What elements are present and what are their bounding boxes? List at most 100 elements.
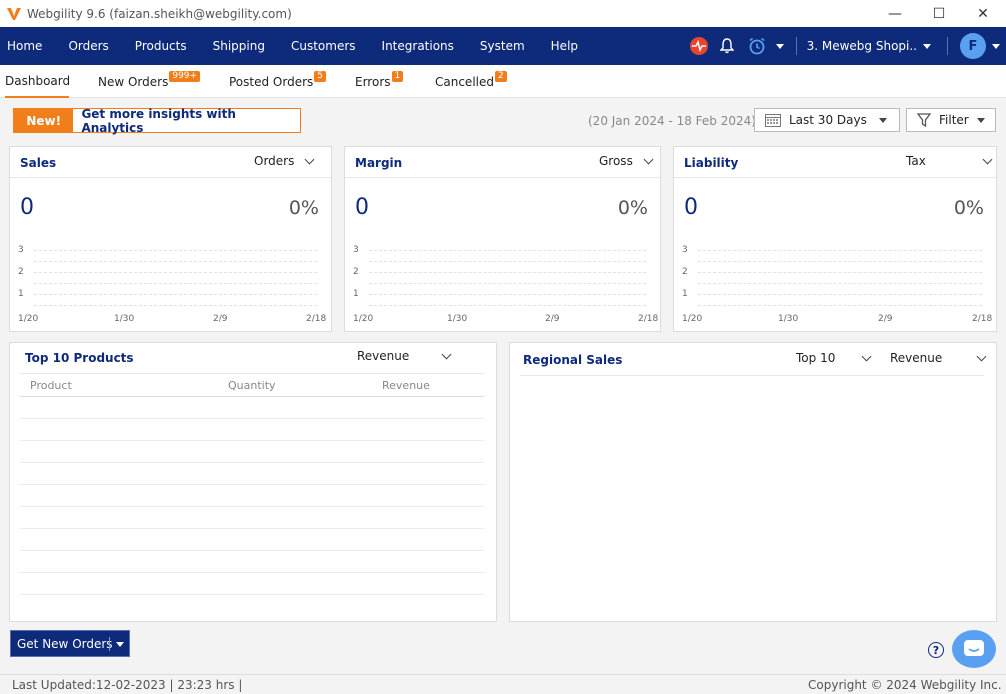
- column-header-product[interactable]: Product: [30, 379, 72, 392]
- margin-card: Margin Gross 0 0% 3 2 1 1/20 1/30 2/9 2/…: [344, 146, 661, 332]
- activity-icon[interactable]: [688, 37, 710, 55]
- count-badge: 2: [495, 71, 507, 82]
- sales-metric-select[interactable]: Orders: [254, 154, 315, 168]
- y-tick: 2: [682, 267, 688, 277]
- nav-products[interactable]: Products: [122, 39, 200, 53]
- regional-metric-select[interactable]: Revenue: [890, 351, 987, 365]
- tab-label: Errors: [355, 74, 391, 89]
- select-label: Orders: [254, 154, 295, 168]
- sales-card: Sales Orders 0 0% 3 2 1 1/20 1/30 2/9 2/…: [9, 146, 332, 332]
- store-chevron-icon: [923, 43, 931, 49]
- x-tick: 1/30: [447, 314, 468, 324]
- order-tabs: Dashboard New Orders 999+ Posted Orders …: [0, 65, 1006, 98]
- nav-divider: [795, 37, 797, 55]
- count-badge: 5: [314, 71, 327, 82]
- get-new-orders-button[interactable]: Get New Orders: [10, 630, 130, 657]
- top-products-metric-select[interactable]: Revenue: [357, 349, 452, 363]
- store-select-label: 3. Mewebg Shopi..: [806, 39, 917, 53]
- filter-icon: [917, 113, 931, 127]
- y-tick: 3: [353, 245, 359, 255]
- chat-icon: [964, 640, 984, 656]
- maximize-button[interactable]: ☐: [916, 0, 962, 27]
- nav-system[interactable]: System: [467, 39, 538, 53]
- chevron-down-icon: [976, 351, 987, 361]
- tab-errors[interactable]: Errors 1: [355, 65, 404, 98]
- last-updated-text: Last Updated:12-02-2023 | 23:23 hrs |: [12, 678, 243, 692]
- y-tick: 1: [18, 289, 24, 299]
- avatar[interactable]: F: [960, 33, 986, 59]
- metric-value: 0: [355, 195, 369, 220]
- filter-label: Filter: [939, 113, 969, 127]
- window-titlebar: Webgility 9.6 (faizan.sheikh@webgility.c…: [0, 0, 1006, 27]
- alarm-dropdown-icon[interactable]: [774, 43, 786, 49]
- count-badge: 999+: [169, 71, 201, 82]
- new-label: New!: [14, 109, 74, 132]
- nav-orders[interactable]: Orders: [55, 39, 121, 53]
- bell-icon[interactable]: [714, 38, 740, 54]
- chevron-down-icon: [304, 154, 315, 164]
- y-tick: 2: [353, 267, 359, 277]
- store-select[interactable]: 3. Mewebg Shopi..: [807, 39, 931, 53]
- filter-button[interactable]: Filter: [906, 108, 996, 132]
- x-tick: 1/30: [778, 314, 799, 324]
- status-footer: Last Updated:12-02-2023 | 23:23 hrs | Co…: [0, 674, 1006, 694]
- count-badge: 1: [391, 71, 404, 82]
- column-header-quantity[interactable]: Quantity: [228, 379, 276, 392]
- select-label: Gross: [599, 154, 633, 168]
- column-header-revenue[interactable]: Revenue: [382, 379, 430, 392]
- period-select[interactable]: Last 30 Days: [754, 108, 900, 132]
- nav-integrations[interactable]: Integrations: [369, 39, 467, 53]
- nav-help[interactable]: Help: [538, 39, 591, 53]
- webgility-logo-icon: [7, 7, 21, 20]
- nav-customers[interactable]: Customers: [278, 39, 369, 53]
- get-orders-dropdown-icon[interactable]: [116, 642, 124, 647]
- maximize-icon: ☐: [932, 5, 946, 22]
- tab-cancelled[interactable]: Cancelled 2: [435, 65, 507, 98]
- nav-shipping[interactable]: Shipping: [200, 39, 278, 53]
- tab-new-orders[interactable]: New Orders 999+: [98, 65, 201, 98]
- help-icon[interactable]: ?: [928, 642, 944, 658]
- margin-metric-select[interactable]: Gross: [599, 154, 654, 168]
- tab-posted-orders[interactable]: Posted Orders 5: [229, 65, 327, 98]
- nav-home[interactable]: Home: [0, 39, 55, 53]
- filter-chevron-icon: [977, 118, 985, 123]
- calendar-icon: [765, 114, 781, 127]
- card-title: Margin: [355, 156, 403, 170]
- y-tick: 3: [682, 245, 688, 255]
- tab-dashboard[interactable]: Dashboard: [5, 65, 71, 98]
- alarm-clock-icon[interactable]: [740, 37, 774, 55]
- analytics-promo-button[interactable]: New! Get more insights with Analytics: [13, 107, 301, 135]
- chat-button[interactable]: [952, 630, 996, 668]
- card-title: Regional Sales: [523, 353, 623, 367]
- copyright-text: Copyright © 2024 Webgility Inc. ..:: [808, 678, 1002, 694]
- metric-percent: 0%: [953, 197, 984, 219]
- card-title: Sales: [20, 156, 57, 170]
- main-nav: Home Orders Products Shipping Customers …: [0, 27, 1006, 65]
- tab-label: Cancelled: [435, 74, 494, 89]
- window-title: Webgility 9.6 (faizan.sheikh@webgility.c…: [27, 6, 292, 21]
- y-tick: 2: [18, 267, 24, 277]
- x-tick: 2/18: [638, 314, 659, 324]
- tab-label: Dashboard: [5, 73, 71, 88]
- liability-card: Liability Tax 0 0% 3 2 1 1/20 1/30 2/9 2…: [673, 146, 997, 332]
- period-label: Last 30 Days: [789, 113, 867, 127]
- x-tick: 1/20: [18, 314, 39, 324]
- period-chevron-icon: [879, 118, 887, 123]
- y-tick: 1: [353, 289, 359, 299]
- x-tick: 2/9: [213, 314, 228, 324]
- x-tick: 2/9: [878, 314, 893, 324]
- metric-percent: 0%: [617, 197, 648, 219]
- close-button[interactable]: ✕: [960, 0, 1006, 27]
- close-icon: ✕: [977, 5, 989, 22]
- liability-metric-select[interactable]: Tax: [906, 154, 993, 168]
- metric-percent: 0%: [288, 197, 319, 219]
- tab-label: Posted Orders: [229, 74, 314, 89]
- select-label: Revenue: [357, 349, 410, 363]
- avatar-dropdown-icon[interactable]: [986, 43, 1006, 49]
- x-tick: 2/18: [972, 314, 993, 324]
- y-tick: 3: [18, 245, 24, 255]
- chevron-down-icon: [982, 154, 993, 164]
- minimize-icon: —: [888, 5, 902, 22]
- regional-top-select[interactable]: Top 10: [796, 351, 872, 365]
- minimize-button[interactable]: —: [872, 0, 918, 27]
